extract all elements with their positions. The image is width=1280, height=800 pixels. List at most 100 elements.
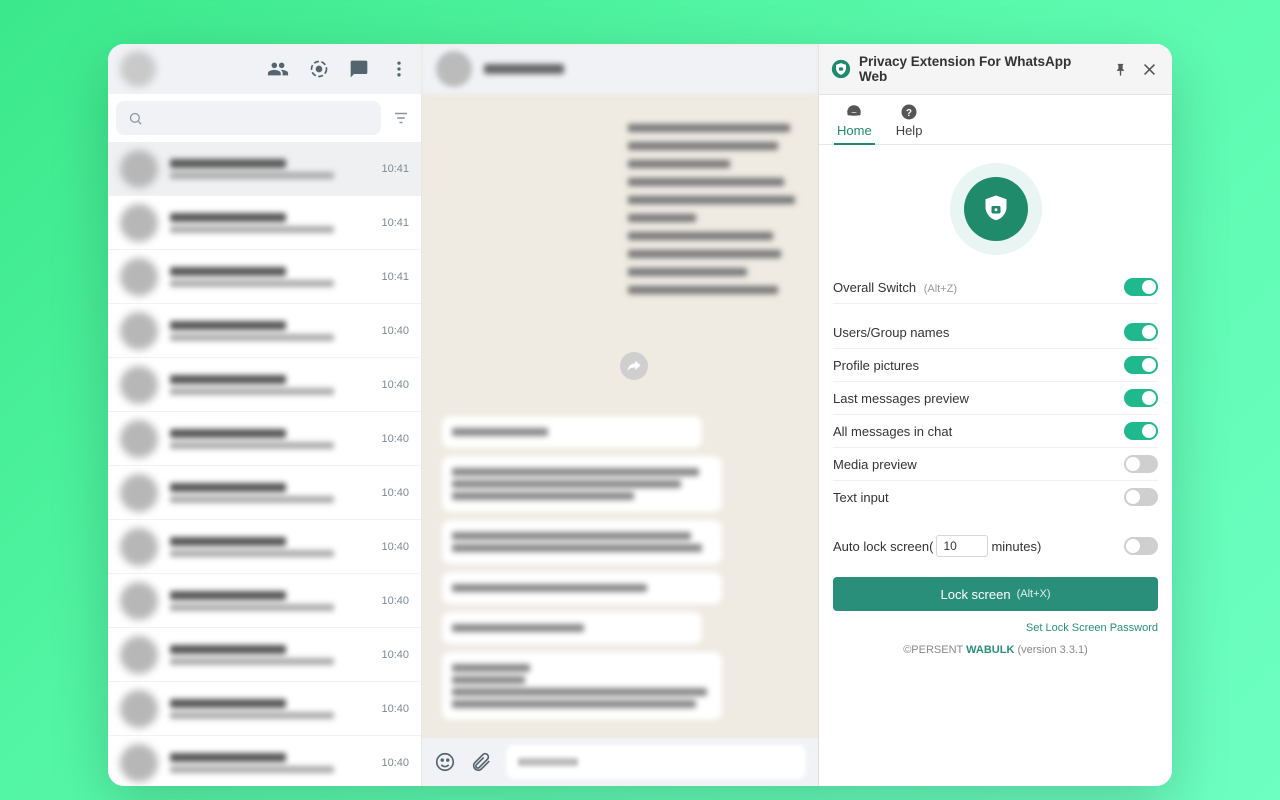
chat-timestamp: 10:41 [381, 163, 409, 175]
chat-preview [170, 645, 369, 665]
chat-preview [170, 483, 369, 503]
chat-list-item[interactable]: 10:41 [108, 142, 421, 196]
chat-list-item[interactable]: 10:41 [108, 196, 421, 250]
help-icon: ? [900, 103, 918, 121]
chat-timestamp: 10:40 [381, 433, 409, 445]
chat-preview [170, 267, 369, 287]
chat-list-item[interactable]: 10:40 [108, 304, 421, 358]
overall-switch-toggle[interactable] [1124, 278, 1158, 296]
setting-toggle[interactable] [1124, 455, 1158, 473]
extension-hero-logo [950, 163, 1042, 255]
new-chat-icon[interactable] [349, 59, 369, 79]
setting-row: All messages in chat [833, 415, 1158, 448]
chat-timestamp: 10:40 [381, 379, 409, 391]
outgoing-messages [628, 114, 798, 304]
lock-button-label: Lock screen [940, 587, 1010, 602]
overall-switch-hint: (Alt+Z) [924, 283, 957, 295]
chat-avatar [120, 312, 158, 350]
lock-screen-button[interactable]: Lock screen (Alt+X) [833, 577, 1158, 611]
svg-text:?: ? [906, 108, 912, 119]
setting-toggle[interactable] [1124, 389, 1158, 407]
autolock-suffix: minutes) [991, 539, 1041, 554]
chat-preview [170, 537, 369, 557]
chat-list: 10:4110:4110:4110:4010:4010:4010:4010:40… [108, 142, 421, 786]
incoming-messages [442, 408, 798, 728]
chat-preview [170, 321, 369, 341]
autolock-prefix: Auto lock screen( [833, 539, 933, 554]
autolock-minutes-input[interactable] [936, 535, 988, 557]
forward-icon[interactable] [620, 352, 648, 380]
search-input[interactable] [116, 101, 381, 135]
setting-label: Last messages preview [833, 391, 969, 406]
app-window: 10:4110:4110:4110:4010:4010:4010:4010:40… [108, 44, 1172, 786]
chat-avatar [120, 690, 158, 728]
setting-row: Users/Group names [833, 316, 1158, 349]
extension-body: Overall Switch (Alt+Z) Users/Group names… [819, 145, 1172, 786]
menu-icon[interactable] [389, 59, 409, 79]
attach-icon[interactable] [470, 751, 492, 773]
chat-preview [170, 591, 369, 611]
chat-header[interactable] [422, 44, 818, 94]
chat-timestamp: 10:40 [381, 325, 409, 337]
setting-toggle[interactable] [1124, 323, 1158, 341]
set-password-link[interactable]: Set Lock Screen Password [1026, 622, 1158, 634]
chat-avatar [120, 474, 158, 512]
chat-avatar [120, 528, 158, 566]
chat-preview [170, 159, 369, 179]
tab-help[interactable]: ? Help [896, 103, 923, 144]
community-icon[interactable] [267, 58, 289, 80]
close-icon[interactable] [1139, 59, 1160, 80]
chat-preview [170, 429, 369, 449]
setting-toggle[interactable] [1124, 422, 1158, 440]
extension-panel: Privacy Extension For WhatsApp Web Home … [818, 44, 1172, 786]
pin-icon[interactable] [1110, 59, 1131, 80]
chat-list-item[interactable]: 10:41 [108, 250, 421, 304]
chat-list-item[interactable]: 10:40 [108, 682, 421, 736]
tab-help-label: Help [896, 123, 923, 138]
chat-preview [170, 753, 369, 773]
sidebar-header [108, 44, 421, 94]
setting-row: Text input [833, 481, 1158, 513]
chat-preview [170, 699, 369, 719]
chat-avatar [120, 204, 158, 242]
chat-avatar [120, 636, 158, 674]
extension-footer: ©PERSENT WABULK (version 3.3.1) [833, 644, 1158, 656]
autolock-toggle[interactable] [1124, 537, 1158, 555]
chat-timestamp: 10:40 [381, 757, 409, 769]
chat-avatar [120, 150, 158, 188]
setting-label: Users/Group names [833, 325, 949, 340]
message-input-bar [422, 738, 818, 786]
chat-list-item[interactable]: 10:40 [108, 466, 421, 520]
search-row [108, 94, 421, 142]
setting-label: Text input [833, 490, 889, 505]
chat-list-item[interactable]: 10:40 [108, 574, 421, 628]
sidebar: 10:4110:4110:4110:4010:4010:4010:4010:40… [108, 44, 422, 786]
chat-list-item[interactable]: 10:40 [108, 412, 421, 466]
overall-switch-row: Overall Switch (Alt+Z) [833, 271, 1158, 304]
chat-timestamp: 10:40 [381, 541, 409, 553]
chat-timestamp: 10:40 [381, 595, 409, 607]
extension-logo-icon [831, 59, 851, 79]
chat-list-item[interactable]: 10:40 [108, 628, 421, 682]
extension-tabs: Home ? Help [819, 95, 1172, 145]
chat-avatar [120, 582, 158, 620]
chat-list-item[interactable]: 10:40 [108, 358, 421, 412]
chat-list-item[interactable]: 10:40 [108, 520, 421, 574]
tab-home[interactable]: Home [837, 103, 872, 144]
overall-switch-label: Overall Switch [833, 280, 916, 295]
self-avatar[interactable] [120, 51, 156, 87]
setting-toggle[interactable] [1124, 356, 1158, 374]
emoji-icon[interactable] [434, 751, 456, 773]
chat-list-item[interactable]: 10:40 [108, 736, 421, 786]
setting-row: Media preview [833, 448, 1158, 481]
chat-avatar [120, 744, 158, 782]
setting-toggle[interactable] [1124, 488, 1158, 506]
setting-label: Media preview [833, 457, 917, 472]
chat-preview [170, 213, 369, 233]
setting-label: All messages in chat [833, 424, 952, 439]
message-input[interactable] [506, 745, 806, 779]
filter-icon[interactable] [389, 109, 413, 127]
chat-preview [170, 375, 369, 395]
status-icon[interactable] [309, 59, 329, 79]
lock-button-hint: (Alt+X) [1017, 588, 1051, 600]
